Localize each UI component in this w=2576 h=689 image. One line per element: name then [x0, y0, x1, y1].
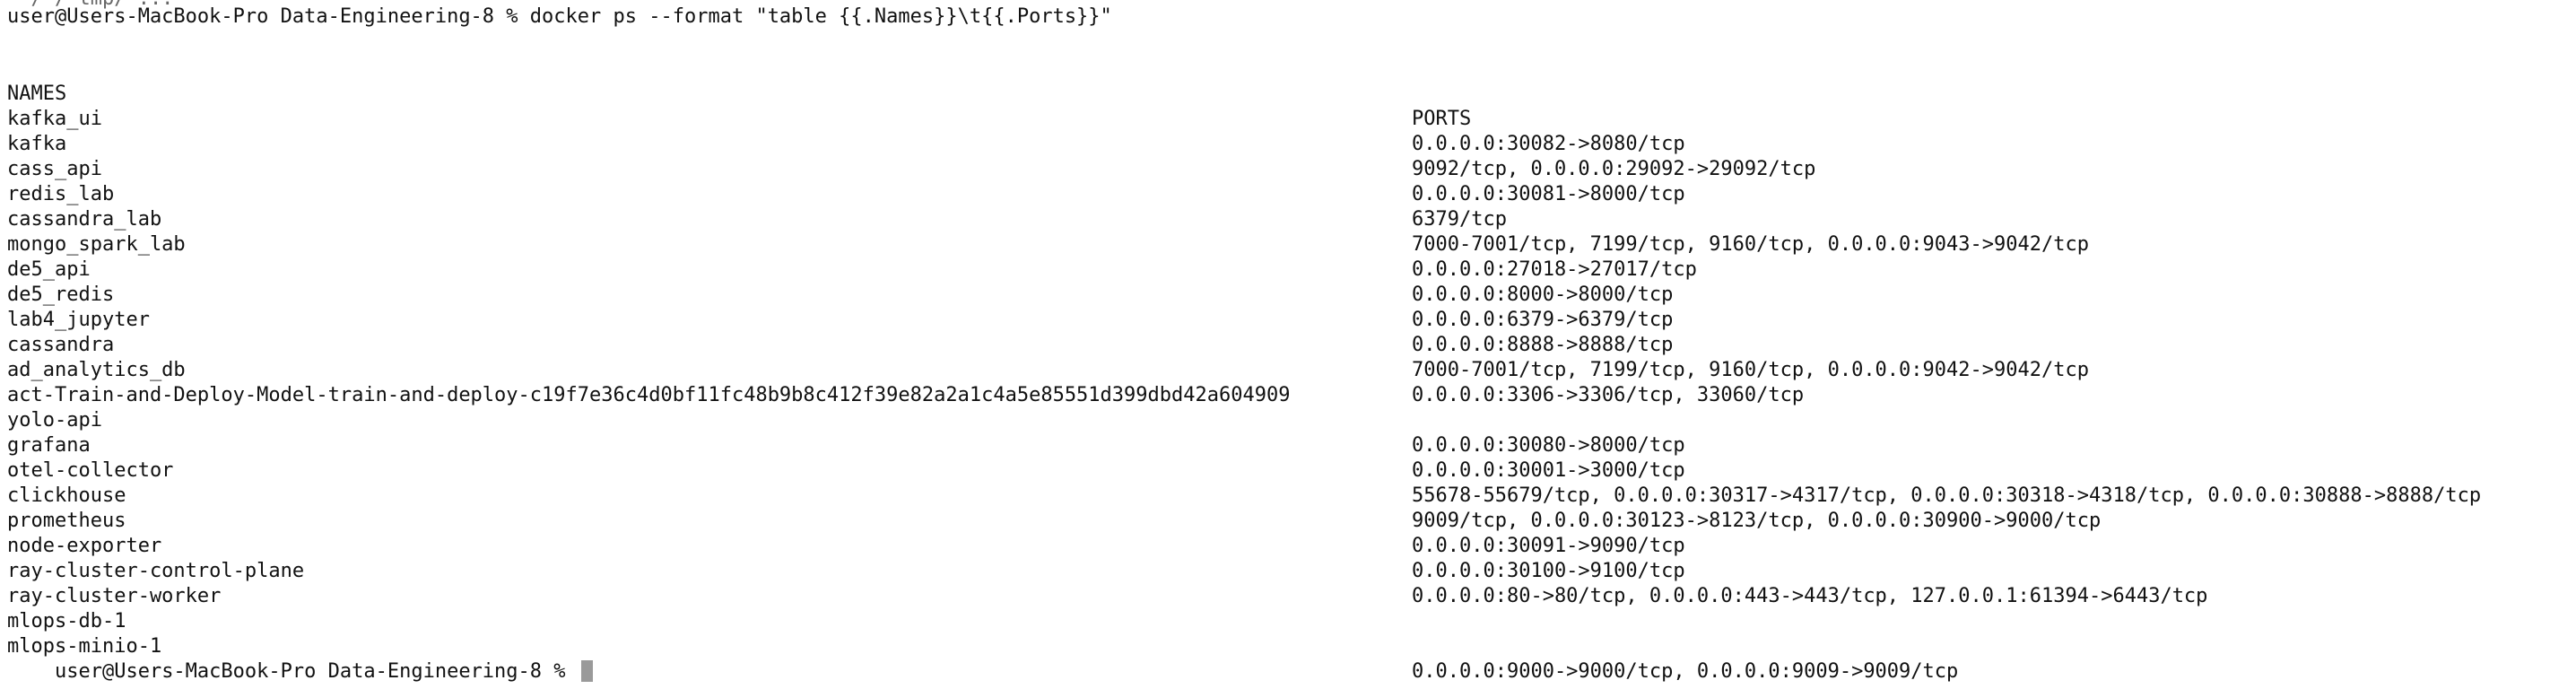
container-ports: 0.0.0.0:6379->6379/tcp [1412, 309, 1674, 331]
table-row: act-Train-and-Deploy-Model-train-and-dep… [0, 358, 1290, 406]
prompt-text: user@Users-MacBook-Pro Data-Engineering-… [54, 660, 578, 683]
container-ports: 0.0.0.0:8888->8888/tcp [1412, 334, 1674, 356]
container-ports: 0.0.0.0:30080->8000/tcp [1412, 434, 1685, 457]
container-ports: 6379/tcp [1412, 208, 1507, 231]
table-header: NAMES PORTS [0, 57, 1471, 130]
table-row: de5_redis 0.0.0.0:6379->6379/tcp [0, 257, 1673, 331]
container-ports: 0.0.0.0:30081->8000/tcp [1412, 183, 1685, 205]
table-row: otel-collector 55678-55679/tcp, 0.0.0.0:… [0, 433, 2481, 507]
container-ports: 0.0.0.0:30100->9100/tcp [1412, 560, 1685, 582]
table-row: node-exporter 0.0.0.0:30100->9100/tcp [0, 509, 1685, 582]
table-row: mlops-minio-1 0.0.0.0:9000->9000/tcp, 0.… [0, 609, 1958, 683]
container-ports: 0.0.0.0:9000->9000/tcp, 0.0.0.0:9009->90… [1412, 660, 1959, 683]
table-row: ad_analytics_db 0.0.0.0:3306->3306/tcp, … [0, 333, 1804, 406]
container-ports: 9009/tcp, 0.0.0.0:30123->8123/tcp, 0.0.0… [1412, 510, 2102, 532]
table-row: cassandra_lab 7000-7001/tcp, 7199/tcp, 9… [0, 182, 2089, 256]
table-row: ray-cluster-control-plane 0.0.0.0:80->80… [0, 534, 2207, 607]
container-ports: 9092/tcp, 0.0.0.0:29092->29092/tcp [1412, 158, 1816, 180]
cursor-block-icon [580, 660, 593, 682]
container-ports: 0.0.0.0:3306->3306/tcp, 33060/tcp [1412, 384, 1805, 406]
ports-header: PORTS [1412, 108, 1472, 130]
container-ports: 0.0.0.0:30091->9090/tcp [1412, 535, 1685, 557]
table-row: kafka 9092/tcp, 0.0.0.0:29092->29092/tcp [0, 107, 1815, 180]
container-ports: 7000-7001/tcp, 7199/tcp, 9160/tcp, 0.0.0… [1412, 359, 2089, 381]
container-name: act-Train-and-Deploy-Model-train-and-dep… [7, 384, 1291, 406]
table-row: prometheus 0.0.0.0:30091->9090/tcp [0, 484, 1685, 557]
container-ports: 0.0.0.0:30001->3000/tcp [1412, 459, 1685, 482]
table-row: kafka_ui 0.0.0.0:30082->8080/tcp [0, 82, 1685, 155]
table-row: cass_api 0.0.0.0:30081->8000/tcp [0, 132, 1685, 205]
table-row: yolo-api 0.0.0.0:30080->8000/tcp [0, 383, 1685, 457]
table-row: lab4_jupyter 0.0.0.0:8888->8888/tcp [0, 283, 1673, 356]
table-row: mongo_spark_lab 0.0.0.0:27018->27017/tcp [0, 207, 1697, 281]
container-ports: 0.0.0.0:8000->8000/tcp [1412, 283, 1674, 306]
final-prompt-line[interactable]: user@Users-MacBook-Pro Data-Engineering-… [7, 634, 593, 689]
table-row: grafana 0.0.0.0:30001->3000/tcp [0, 408, 1685, 482]
container-ports: 0.0.0.0:27018->27017/tcp [1412, 258, 1697, 281]
table-row: mlops-db-1 [0, 584, 126, 632]
container-ports: 55678-55679/tcp, 0.0.0.0:30317->4317/tcp… [1412, 484, 2482, 507]
table-row: redis_lab 6379/tcp [0, 157, 1507, 231]
table-row: ray-cluster-worker [0, 559, 221, 607]
command-prompt-line: user@Users-MacBook-Pro Data-Engineering-… [7, 5, 1112, 28]
container-name: ray-cluster-control-plane [7, 560, 305, 582]
terminal-window[interactable]: ~ / / tmp/ ... user@Users-MacBook-Pro Da… [0, 0, 2576, 689]
table-row: cassandra 7000-7001/tcp, 7199/tcp, 9160/… [0, 308, 2089, 381]
table-row: clickhouse 9009/tcp, 0.0.0.0:30123->8123… [0, 458, 2101, 532]
container-ports: 0.0.0.0:30082->8080/tcp [1412, 133, 1685, 155]
table-row: de5_api 0.0.0.0:8000->8000/tcp [0, 232, 1673, 306]
container-ports: 7000-7001/tcp, 7199/tcp, 9160/tcp, 0.0.0… [1412, 233, 2089, 256]
container-ports: 0.0.0.0:80->80/tcp, 0.0.0.0:443->443/tcp… [1412, 585, 2208, 607]
